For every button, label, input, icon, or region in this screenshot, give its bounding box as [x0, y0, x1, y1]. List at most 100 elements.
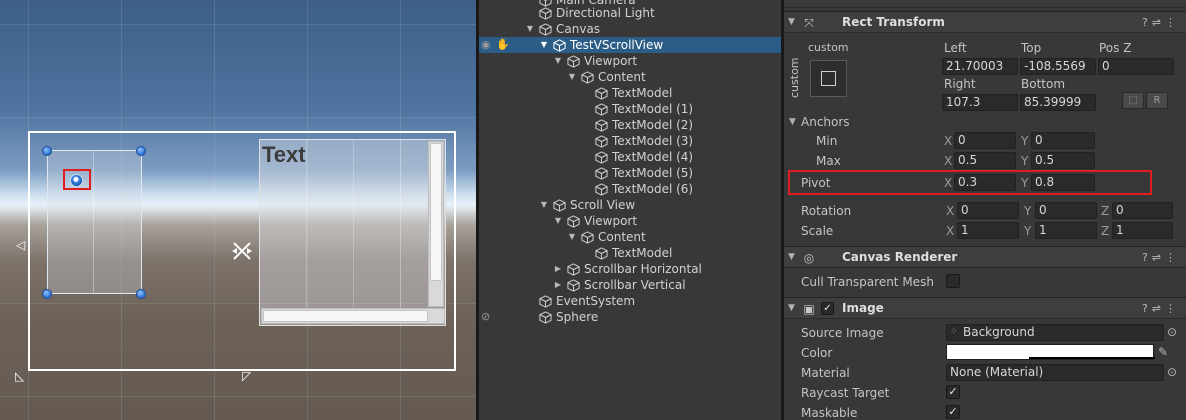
hierarchy-item-textmodel-2[interactable]: TextModel (2): [479, 117, 781, 133]
hierarchy-panel[interactable]: Main Camera Directional Light ▼ Canvas ◉…: [479, 0, 781, 420]
vertical-scrollbar-thumb[interactable]: [430, 143, 442, 281]
rect-handle-bottom-left[interactable]: [42, 289, 52, 299]
hierarchy-item-sphere[interactable]: ⊘ Sphere: [479, 309, 781, 325]
gameobject-cube-icon: [539, 7, 552, 20]
component-header-icons[interactable]: ?⇌⋮: [1142, 302, 1180, 315]
anchor-max-y-field[interactable]: 0.5: [1031, 152, 1095, 169]
fold-arrow-icon[interactable]: ▼: [788, 252, 795, 262]
hierarchy-item-textmodel-6[interactable]: TextModel (6): [479, 181, 781, 197]
anchors-label[interactable]: Anchors: [801, 115, 850, 129]
rect-handle-top-left[interactable]: [42, 146, 52, 156]
left-field[interactable]: 21.70003: [942, 58, 1018, 75]
collapse-arrow-icon[interactable]: ▶: [553, 277, 563, 293]
gameobject-cube-icon: [595, 135, 608, 148]
hierarchy-item-content[interactable]: ▼ Content: [479, 69, 781, 85]
collapse-arrow-icon[interactable]: ▶: [553, 261, 563, 277]
hierarchy-item-textmodel-3[interactable]: TextModel (3): [479, 133, 781, 149]
scene-view[interactable]: ◁ ◺ ◸ Text: [0, 0, 476, 420]
inspector-panel[interactable]: ▼ ⤧ Rect Transform ?⇌⋮ custom custom Lef…: [784, 0, 1186, 420]
anchor-scissors-icon[interactable]: [231, 240, 253, 262]
source-image-field[interactable]: ⁘ Background: [946, 324, 1164, 341]
left-label: Left: [944, 41, 967, 55]
panel-guide-line: [353, 140, 354, 325]
anchor-preset-side-label: custom: [788, 57, 801, 98]
hierarchy-item-textmodel-b[interactable]: TextModel: [479, 245, 781, 261]
fold-arrow-icon[interactable]: ▼: [788, 303, 795, 313]
rotation-y-field[interactable]: 0: [1035, 202, 1097, 219]
hierarchy-item-textmodel[interactable]: TextModel: [479, 85, 781, 101]
z-axis-label: Z: [1101, 204, 1110, 218]
hierarchy-item-scrollbar-vertical[interactable]: ▶ Scrollbar Vertical: [479, 277, 781, 293]
rect-handle-top-right[interactable]: [136, 146, 146, 156]
hierarchy-item-canvas[interactable]: ▼ Canvas: [479, 21, 781, 37]
right-field[interactable]: 107.3: [942, 94, 1018, 111]
hierarchy-item-content-2[interactable]: ▼ Content: [479, 229, 781, 245]
hierarchy-item-eventsystem[interactable]: EventSystem: [479, 293, 781, 309]
hierarchy-item-viewport-2[interactable]: ▼ Viewport: [479, 213, 781, 229]
fold-arrow-icon[interactable]: ▼: [788, 17, 795, 27]
scale-z-field[interactable]: 1: [1112, 222, 1173, 239]
canvas-renderer-header[interactable]: ▼ ◎ Canvas Renderer ?⇌⋮: [784, 246, 1186, 268]
horizontal-scrollbar[interactable]: [261, 308, 445, 324]
expand-arrow-icon[interactable]: ▼: [567, 69, 577, 85]
material-field[interactable]: None (Material): [946, 364, 1164, 381]
anchor-min-y-field[interactable]: 0: [1031, 132, 1095, 149]
object-picker-icon[interactable]: ⊙: [1167, 325, 1177, 339]
blueprint-mode-button[interactable]: ⬚: [1122, 92, 1144, 109]
hierarchy-item-textmodel-1[interactable]: TextModel (1): [479, 101, 781, 117]
hierarchy-item-textmodel-4[interactable]: TextModel (4): [479, 149, 781, 165]
rect-handle-bottom-right[interactable]: [136, 289, 146, 299]
expand-arrow-icon[interactable]: ▼: [525, 21, 535, 37]
posz-field[interactable]: 0: [1098, 58, 1174, 75]
hierarchy-item-label: TextModel (6): [612, 182, 694, 196]
hierarchy-item-textmodel-5[interactable]: TextModel (5): [479, 165, 781, 181]
gameobject-cube-icon: [567, 279, 580, 292]
rect-transform-icon: ⤧: [804, 16, 814, 30]
testvscrollview-rect[interactable]: [47, 150, 142, 294]
gameobject-cube-icon: [595, 247, 608, 260]
bottom-field[interactable]: 85.39999: [1020, 94, 1096, 111]
object-picker-icon[interactable]: ⊙: [1167, 365, 1177, 379]
horizontal-scrollbar-thumb[interactable]: [263, 310, 428, 322]
color-swatch[interactable]: [946, 344, 1155, 360]
expand-arrow-icon[interactable]: ▼: [567, 229, 577, 245]
raycast-target-label: Raycast Target: [801, 386, 890, 400]
hierarchy-item-scrollbar-horizontal[interactable]: ▶ Scrollbar Horizontal: [479, 261, 781, 277]
image-header[interactable]: ▼ ▣ ✓ Image ?⇌⋮: [784, 297, 1186, 319]
expand-arrow-icon[interactable]: ▼: [553, 53, 563, 69]
hierarchy-item-viewport[interactable]: ▼ Viewport: [479, 53, 781, 69]
scale-y-field[interactable]: 1: [1035, 222, 1097, 239]
raycast-target-checkbox[interactable]: ✓: [946, 385, 960, 399]
alpha-bar: [1029, 357, 1155, 359]
expand-arrow-icon[interactable]: ▼: [553, 213, 563, 229]
visibility-eye-icon[interactable]: ◉: [481, 37, 491, 53]
anchor-preset-label: custom: [808, 41, 849, 54]
anchor-min-x-field[interactable]: 0: [954, 132, 1016, 149]
top-field[interactable]: -108.5569: [1020, 58, 1096, 75]
eyedropper-icon[interactable]: ✎: [1158, 345, 1168, 359]
hierarchy-item-label: TextModel (5): [612, 166, 694, 180]
rect-transform-header[interactable]: ▼ ⤧ Rect Transform ?⇌⋮: [784, 11, 1186, 33]
hierarchy-item-testvscrollview[interactable]: ◉ ✋ ▼ TestVScrollView: [479, 37, 781, 53]
vertical-scrollbar[interactable]: [428, 141, 444, 307]
rotation-x-field[interactable]: 0: [957, 202, 1019, 219]
hierarchy-item-directional-light[interactable]: Directional Light: [479, 5, 781, 21]
hierarchy-item-scroll-view[interactable]: ▼ Scroll View: [479, 197, 781, 213]
raw-edit-button[interactable]: R: [1146, 92, 1168, 109]
cull-transparent-mesh-checkbox[interactable]: [946, 274, 960, 288]
anchor-presets-button[interactable]: [810, 60, 847, 97]
expand-arrow-icon[interactable]: ▼: [539, 37, 549, 53]
anchor-max-x-field[interactable]: 0.5: [954, 152, 1016, 169]
scale-x-field[interactable]: 1: [957, 222, 1019, 239]
component-header-icons[interactable]: ?⇌⋮: [1142, 16, 1180, 29]
hidden-eye-icon[interactable]: ⊘: [481, 309, 490, 325]
rotation-z-field[interactable]: 0: [1112, 202, 1173, 219]
scroll-view-panel[interactable]: Text: [259, 139, 446, 326]
image-enabled-checkbox[interactable]: ✓: [821, 302, 834, 315]
pickable-hand-icon[interactable]: ✋: [496, 37, 510, 53]
maskable-checkbox[interactable]: ✓: [946, 405, 960, 419]
hierarchy-item-label: Canvas: [556, 22, 601, 36]
component-header-icons[interactable]: ?⇌⋮: [1142, 251, 1180, 264]
anchors-fold-arrow-icon[interactable]: ▼: [789, 117, 796, 127]
expand-arrow-icon[interactable]: ▼: [539, 197, 549, 213]
